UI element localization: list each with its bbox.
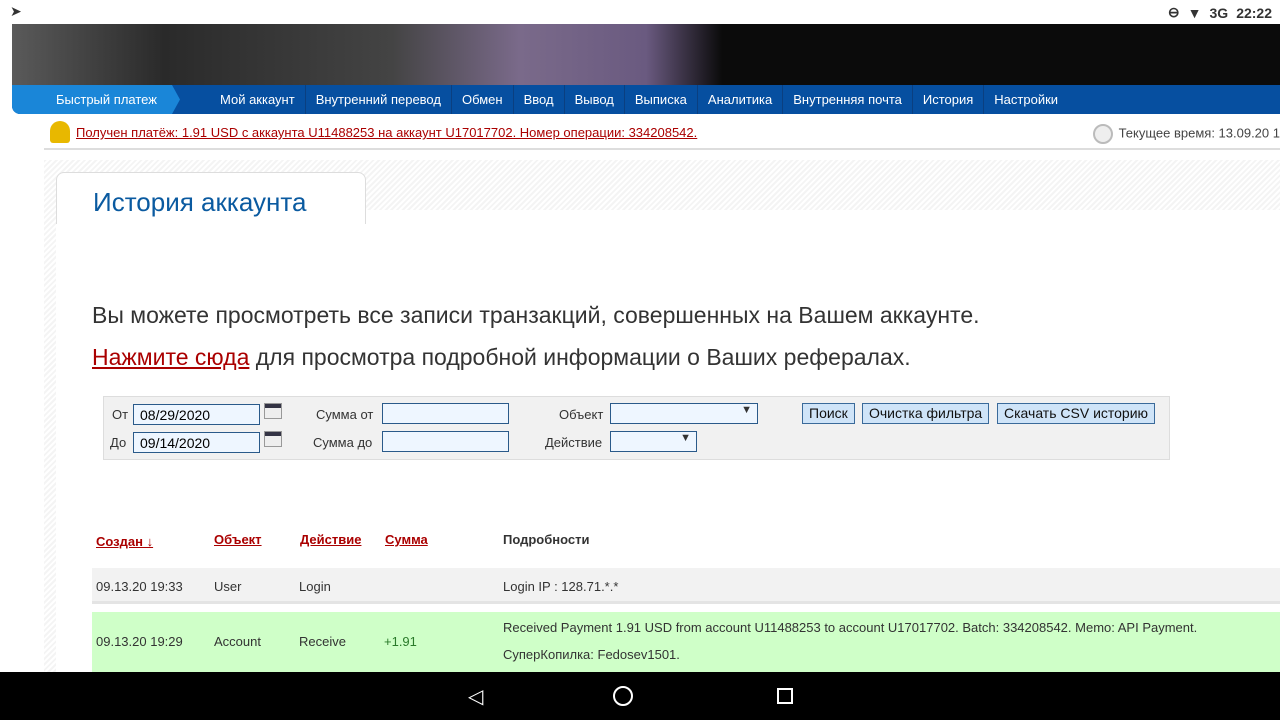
sum-from-label: Сумма от <box>316 407 374 422</box>
intro-text: Вы можете просмотреть все записи транзак… <box>92 302 980 328</box>
home-icon[interactable] <box>613 686 633 706</box>
date-to-input[interactable] <box>133 432 260 453</box>
nav-mail[interactable]: Внутренняя почта <box>783 85 913 114</box>
object-label: Объект <box>559 407 604 422</box>
wifi-icon: ▼ <box>1187 4 1202 21</box>
back-icon[interactable]: ◁ <box>468 684 483 709</box>
date-from-input[interactable] <box>133 404 260 425</box>
action-label: Действие <box>545 435 603 450</box>
referral-text: Нажмите сюда для просмотра подробной инф… <box>92 344 911 370</box>
referral-link[interactable]: Нажмите сюда <box>92 344 249 370</box>
object-select[interactable]: ▼ <box>610 403 758 424</box>
page-title: История аккаунта <box>56 172 366 224</box>
clear-filter-button[interactable]: Очистка фильтра <box>862 403 990 424</box>
header-object[interactable]: Объект <box>214 532 262 547</box>
download-csv-button[interactable]: Скачать CSV историю <box>997 403 1156 424</box>
header-action[interactable]: Действие <box>300 532 361 547</box>
cell-details-memo: СуперКопилка: Fedosev1501. <box>503 647 680 662</box>
from-label: От <box>112 407 129 422</box>
nav-exchange[interactable]: Обмен <box>452 85 514 114</box>
calendar-icon[interactable] <box>264 403 282 419</box>
clock-icon <box>1092 124 1113 144</box>
cell-created: 09.13.20 19:33 <box>96 579 183 594</box>
nav-settings[interactable]: Настройки <box>984 85 1068 114</box>
nav-internal-transfer[interactable]: Внутренний перевод <box>306 85 452 114</box>
recents-icon[interactable] <box>777 688 793 704</box>
notification-bar: Получен платёж: 1.91 USD с аккаунта U114… <box>44 118 1280 150</box>
search-button[interactable]: Поиск <box>802 403 855 424</box>
header-banner <box>12 24 1280 85</box>
main-nav: Быстрый платеж Мой аккаунт Внутренний пе… <box>12 85 1280 114</box>
nav-history[interactable]: История <box>913 85 985 114</box>
cell-details: Login IP : 128.71.*.* <box>503 579 619 594</box>
cell-action: Login <box>299 579 331 594</box>
current-time: Текущее время: 13.09.20 1 <box>1118 125 1280 141</box>
status-bar: ➤ ⊖ ▼ 3G 22:22 <box>0 0 1280 24</box>
cell-created: 09.13.20 19:29 <box>96 634 183 649</box>
sum-to-input[interactable] <box>382 431 509 452</box>
clock-time: 22:22 <box>1236 4 1272 21</box>
action-select[interactable]: ▼ <box>610 431 697 452</box>
nav-withdraw[interactable]: Вывод <box>565 85 625 114</box>
cell-action: Receive <box>299 634 346 649</box>
sum-from-input[interactable] <box>382 403 509 424</box>
dnd-icon: ⊖ <box>1167 4 1180 20</box>
cell-details: Received Payment 1.91 USD from account U… <box>503 620 1198 635</box>
table-row: 09.13.20 19:29 Account Receive +1.91 Rec… <box>92 612 1280 672</box>
to-label: До <box>110 435 127 450</box>
header-amount[interactable]: Сумма <box>385 532 428 547</box>
table-row: 09.13.20 19:33 User Login Login IP : 128… <box>92 568 1280 604</box>
payment-notification-link[interactable]: Получен платёж: 1.91 USD с аккаунта U114… <box>76 125 697 140</box>
android-nav-bar: ◁ <box>0 672 1280 720</box>
nav-my-account[interactable]: Мой аккаунт <box>210 85 306 114</box>
nav-deposit[interactable]: Ввод <box>514 85 565 114</box>
nav-analytics[interactable]: Аналитика <box>698 85 784 114</box>
header-details: Подробности <box>503 532 590 547</box>
filter-panel: От До Сумма от Сумма до Объект ▼ Действи… <box>103 396 1170 460</box>
network-type: 3G <box>1209 4 1229 21</box>
quick-payment-button[interactable]: Быстрый платеж <box>12 85 180 114</box>
bell-icon <box>50 121 70 143</box>
cell-object: User <box>214 579 242 594</box>
telegram-icon: ➤ <box>10 3 22 19</box>
calendar-icon[interactable] <box>264 431 282 447</box>
header-created[interactable]: Создан ↓ <box>96 534 153 549</box>
nav-statement[interactable]: Выписка <box>625 85 698 114</box>
cell-amount: +1.91 <box>384 634 417 649</box>
sum-to-label: Сумма до <box>313 435 373 450</box>
cell-object: Account <box>214 634 261 649</box>
